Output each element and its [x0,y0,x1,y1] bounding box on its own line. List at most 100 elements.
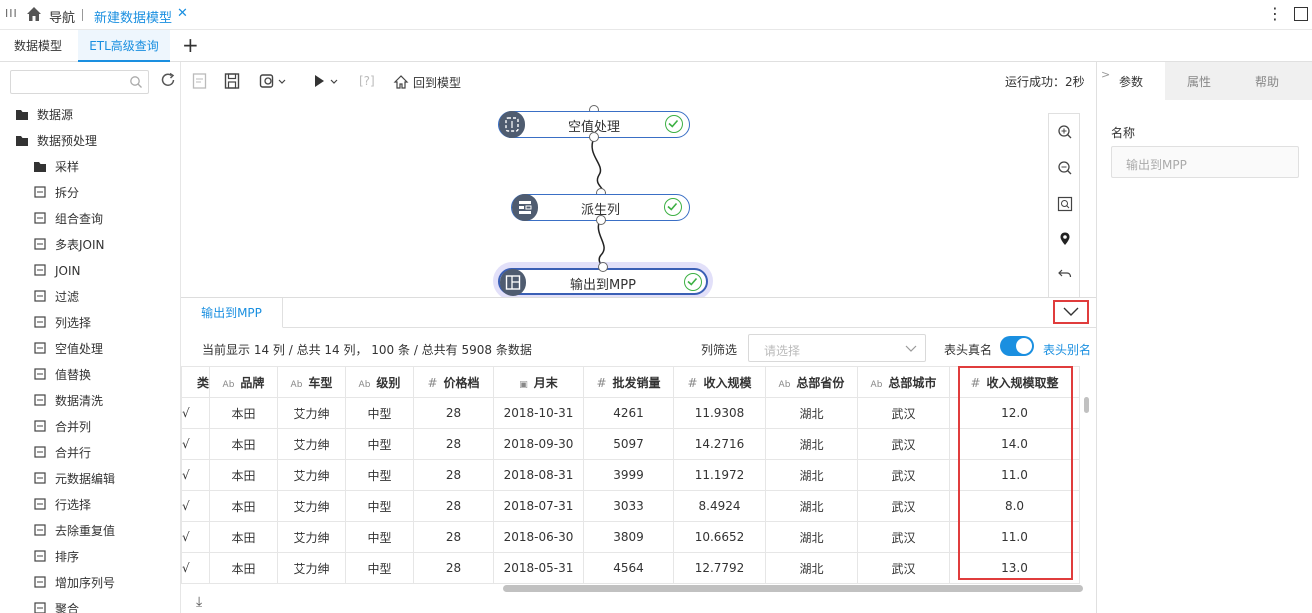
sidebar-item-label: 元数据编辑 [55,472,116,486]
column-header[interactable]: # 批发销量 [583,366,674,398]
collapse-panel-button[interactable] [1053,300,1089,324]
column-header[interactable]: # 收入规模 [673,366,766,398]
table-row[interactable]: √ 本田 艾力绅 中型 28 2018-06-30 3809 10.6652 湖北 武汉 11.0 [181,521,1080,553]
sidebar-item-label: 增加序列号 [55,576,116,590]
tab-data-model[interactable]: 数据模型 [14,30,62,62]
run-dropdown-icon[interactable] [312,72,340,90]
table-cell: 2018-07-31 [493,490,584,522]
locate-icon[interactable] [1057,231,1073,247]
multi-join-icon [33,234,47,250]
sidebar-item[interactable]: 过滤 [0,284,180,310]
table-cell: 3033 [583,490,674,522]
expand-arrow-icon[interactable]: > [1101,68,1110,81]
sidebar-item[interactable]: 拆分 [0,180,180,206]
sidebar-item[interactable]: 数据源 [0,102,180,128]
name-input[interactable]: 输出到MPP [1111,146,1299,178]
table-row[interactable]: √ 本田 艾力绅 中型 28 2018-10-31 4261 11.9308 湖北 武汉 12.0 [181,397,1080,429]
table-cell: 艾力绅 [277,459,346,491]
tab-output-mpp[interactable]: 输出到MPP [181,298,283,328]
column-header[interactable]: # 价格档 [413,366,494,398]
open-tab-title[interactable]: 新建数据模型 [94,7,172,26]
header-name-toggle[interactable] [1000,336,1034,356]
refresh-icon[interactable] [159,71,177,89]
header-alias-label[interactable]: 表头别名 [1043,341,1091,358]
fit-view-icon[interactable] [1057,196,1073,212]
sidebar-item-label: 数据预处理 [37,134,98,148]
sidebar-item[interactable]: JOIN [0,258,180,284]
column-header[interactable]: 类 [181,366,210,398]
table-cell: 3809 [583,521,674,553]
column-filter-select[interactable]: 请选择 [748,334,926,362]
column-header[interactable]: Ab 品牌 [209,366,278,398]
horizontal-scrollbar[interactable] [503,585,1083,592]
flow-node-output-mpp[interactable]: 输出到MPP [498,268,708,296]
sidebar-item[interactable]: 空值处理 [0,336,180,362]
tab-properties[interactable]: 属性 [1165,62,1233,100]
text-type-icon: Ab [778,379,791,390]
table-row[interactable]: √ 本田 艾力绅 中型 28 2018-07-31 3033 8.4924 湖北 武汉 8.0 [181,490,1080,522]
column-header[interactable]: Ab 总部城市 [857,366,950,398]
column-header[interactable]: Ab 级别 [345,366,414,398]
sidebar-item[interactable]: 列选择 [0,310,180,336]
sidebar-item[interactable]: 行选择 [0,492,180,518]
sidebar-item[interactable]: 数据预处理 [0,128,180,154]
table-row[interactable]: √ 本田 艾力绅 中型 28 2018-08-31 3999 11.1972 湖北 武汉 11.0 [181,459,1080,491]
sidebar-item[interactable]: 合并列 [0,414,180,440]
sidebar-item[interactable]: 值替换 [0,362,180,388]
sidebar-item[interactable]: 合并行 [0,440,180,466]
table-cell: 中型 [345,428,414,460]
column-header[interactable]: Ab 总部省份 [765,366,858,398]
table-cell: 武汉 [857,459,950,491]
column-header-label: 总部省份 [796,375,845,390]
column-header[interactable]: Ab 车型 [277,366,346,398]
help-bracket-icon[interactable]: [?] [359,74,375,88]
zoom-in-icon[interactable] [1057,124,1073,140]
home-icon[interactable] [26,6,42,22]
sidebar-item[interactable]: 排序 [0,544,180,570]
node-port[interactable] [596,215,606,225]
zoom-out-icon[interactable] [1057,160,1073,176]
table-cell: 3999 [583,459,674,491]
sidebar-item[interactable]: 元数据编辑 [0,466,180,492]
nav-label[interactable]: 导航 [49,7,75,26]
null-handling-icon [33,338,47,354]
flow-canvas[interactable]: 空值处理 派生列 输出到MPP [181,100,1096,297]
properties-panel: 参数 属性 帮助 > 名称 输出到MPP [1096,62,1312,613]
column-header-label: 价格档 [443,375,480,390]
undo-icon[interactable] [1057,266,1073,282]
settings-dropdown-icon[interactable] [259,72,287,90]
table-row[interactable]: √ 本田 艾力绅 中型 28 2018-09-30 5097 14.2716 湖北 武汉 14.0 [181,428,1080,460]
search-icon[interactable] [129,75,143,89]
node-port[interactable] [598,262,608,272]
highlighted-column [958,366,1073,580]
table-row[interactable]: √ 本田 艾力绅 中型 28 2018-05-31 4564 12.7792 湖北 武汉 13.0 [181,552,1080,584]
vertical-scrollbar[interactable] [1084,397,1089,413]
sidebar-item[interactable]: 采样 [0,154,180,180]
node-port[interactable] [589,132,599,142]
back-to-model-button[interactable]: 回到模型 [413,74,461,91]
tab-etl-query[interactable]: ETL高级查询 [78,30,170,62]
more-vertical-icon[interactable]: ⋮ [1267,4,1283,23]
menu-icon[interactable]: III [5,7,18,20]
back-home-icon[interactable] [393,74,409,90]
sidebar-item[interactable]: 聚合 [0,596,180,613]
sidebar-item[interactable]: 去除重复值 [0,518,180,544]
table-cell: 2018-05-31 [493,552,584,584]
sidebar-item[interactable]: 组合查询 [0,206,180,232]
add-tab-button[interactable]: + [182,30,199,62]
search-input[interactable] [10,70,149,94]
panel-tabs: 参数 属性 帮助 > [1097,62,1312,100]
column-header[interactable]: ▣ 月末 [493,366,584,398]
download-icon[interactable]: ⤓ [196,594,202,610]
maximize-icon[interactable] [1294,7,1308,21]
close-icon[interactable]: ✕ [177,6,188,21]
sidebar-item[interactable]: 增加序列号 [0,570,180,596]
save-icon[interactable] [224,72,240,90]
sidebar-item[interactable]: 数据清洗 [0,388,180,414]
name-label: 名称 [1111,126,1136,140]
tab-help[interactable]: 帮助 [1233,62,1301,100]
sidebar-item[interactable]: 多表JOIN [0,232,180,258]
table-cell: 14.2716 [673,428,766,460]
edit-icon[interactable] [192,72,208,90]
preview-table: 类 Ab 品牌 Ab 车型 Ab 级别 # 价格档 ▣ 月末 # 批发销量 # 收入规模 Ab 总部省份 Ab 总部… [181,366,1086,584]
